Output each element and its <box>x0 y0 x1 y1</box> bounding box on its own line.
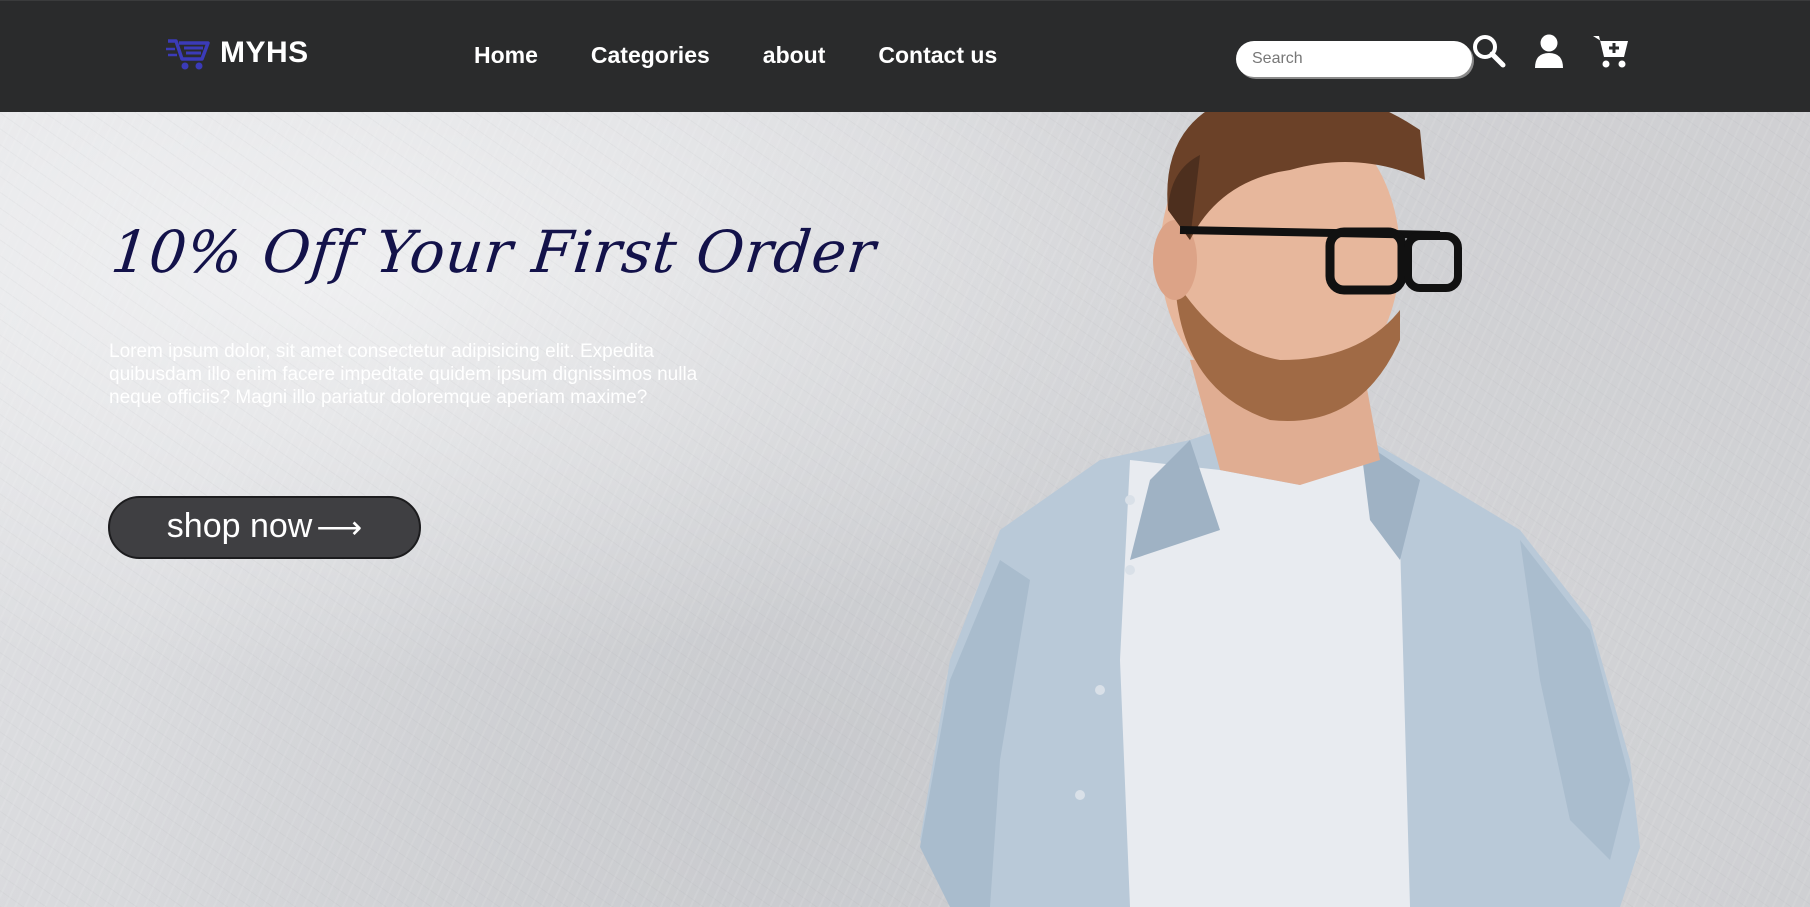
cart-plus-icon[interactable] <box>1592 33 1630 69</box>
shop-now-button[interactable]: shop now ⟶ <box>108 496 421 559</box>
search-input[interactable] <box>1236 41 1472 77</box>
shop-now-label: shop now <box>166 507 313 545</box>
top-navbar: MYHS Home Categories about Contact us <box>0 0 1810 112</box>
nav-link-about[interactable]: about <box>763 42 826 69</box>
nav-link-home[interactable]: Home <box>474 42 538 69</box>
hero-description: Lorem ipsum dolor, sit amet consectetur … <box>109 341 698 408</box>
brand-logo[interactable]: MYHS <box>166 35 309 71</box>
nav-link-contact[interactable]: Contact us <box>878 42 997 69</box>
main-nav: Home Categories about Contact us <box>474 42 997 69</box>
hero-headline: 10% Off Your First Order <box>108 218 880 286</box>
brand-name: MYHS <box>220 36 309 69</box>
search-icon[interactable] <box>1472 34 1506 68</box>
hero-model-image <box>920 87 1640 907</box>
hero-section <box>0 0 1810 907</box>
arrow-right-icon: ⟶ <box>316 508 363 545</box>
cart-logo-icon <box>166 35 210 71</box>
nav-link-categories[interactable]: Categories <box>591 42 710 69</box>
user-icon[interactable] <box>1534 34 1564 68</box>
